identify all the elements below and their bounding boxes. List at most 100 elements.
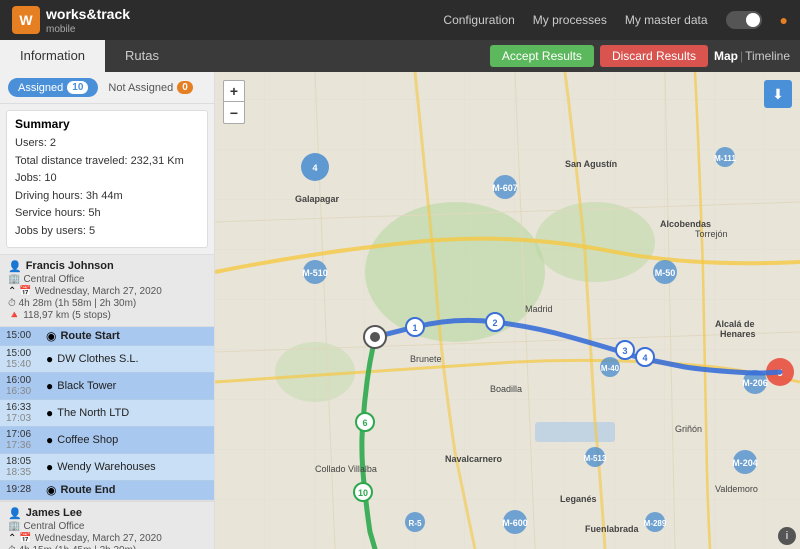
sub-tab-assigned[interactable]: Assigned 10 — [8, 78, 98, 97]
user-header-2: 👤 James Lee 🏢 Central Office ⌃ 📅 Wednesd… — [0, 501, 214, 549]
svg-text:San Agustín: San Agustín — [565, 159, 617, 169]
route-time: 15:00 — [6, 330, 42, 341]
left-panel: Assigned 10 Not Assigned 0 Summary Users… — [0, 72, 215, 549]
route-time: 18:0518:35 — [6, 456, 42, 478]
svg-text:M-510: M-510 — [302, 268, 328, 278]
user-section-2: 👤 James Lee 🏢 Central Office ⌃ 📅 Wednesd… — [0, 500, 214, 549]
nav-my-master-data[interactable]: My master data — [625, 13, 708, 27]
date-icon-2: 📅 — [19, 533, 31, 544]
svg-text:Leganés: Leganés — [560, 494, 597, 504]
chevron-icon-1: ⌃ — [8, 286, 16, 297]
route-label: The North LTD — [57, 407, 129, 419]
route-time: 15:0015:40 — [6, 348, 42, 370]
user-icon-2: 👤 — [8, 507, 22, 520]
svg-text:M-513: M-513 — [584, 454, 607, 463]
logo-text-area: works&track mobile — [46, 6, 130, 35]
user-office-1: Central Office — [23, 274, 84, 285]
notification-dot: ● — [780, 12, 788, 28]
summary-rows: Users: 2Total distance traveled: 232,31 … — [15, 135, 199, 241]
user-stats-2: ⏱ 4h 15m (1h 45m | 2h 30m) — [8, 545, 206, 549]
svg-text:M-600: M-600 — [502, 518, 528, 528]
app-name: works&track — [46, 6, 130, 22]
route-time: 16:3317:03 — [6, 402, 42, 424]
main-content: Assigned 10 Not Assigned 0 Summary Users… — [0, 72, 800, 549]
timeline-link[interactable]: Timeline — [745, 49, 790, 63]
user-date-2: Wednesday, March 27, 2020 — [35, 533, 162, 544]
map-download-button[interactable]: ⬇ — [764, 80, 792, 108]
svg-text:Madrid: Madrid — [525, 304, 553, 314]
svg-text:3: 3 — [622, 346, 627, 356]
route-item[interactable]: 16:3317:03●The North LTD — [0, 400, 214, 427]
route-list-1: 15:00◉Route Start15:0015:40●DW Clothes S… — [0, 327, 214, 500]
svg-text:Valdemoro: Valdemoro — [715, 484, 758, 494]
map-area[interactable]: M-510 M-607 M-50 M-40 M-513 M-600 M-111 … — [215, 72, 800, 549]
summary-row: Total distance traveled: 232,31 Km — [15, 153, 199, 171]
svg-text:1: 1 — [412, 323, 417, 333]
user-name-2: James Lee — [26, 507, 82, 519]
zoom-in-button[interactable]: + — [223, 80, 245, 102]
route-label: Route Start — [60, 330, 119, 342]
office-icon-2: 🏢 — [8, 521, 20, 532]
svg-text:Henares: Henares — [720, 329, 756, 339]
app-header: W works&track mobile Configuration My pr… — [0, 0, 800, 40]
nav-my-processes[interactable]: My processes — [533, 13, 607, 27]
route-item[interactable]: 15:00 ◉ Route Start — [0, 327, 214, 346]
user-header-1: 👤 Francis Johnson 🏢 Central Office ⌃ 📅 W… — [0, 254, 214, 327]
route-icon: ● — [46, 379, 53, 393]
summary-row: Driving hours: 3h 44m — [15, 188, 199, 206]
route-item[interactable]: 16:0016:30●Black Tower — [0, 373, 214, 400]
nav-configuration[interactable]: Configuration — [443, 13, 514, 27]
svg-text:Alcalá de: Alcalá de — [715, 319, 755, 329]
svg-text:6: 6 — [362, 418, 367, 428]
route-item[interactable]: 17:0617:36●Coffee Shop — [0, 427, 214, 454]
accept-results-button[interactable]: Accept Results — [490, 45, 594, 67]
svg-text:Griñón: Griñón — [675, 424, 702, 434]
svg-text:Alcobendas: Alcobendas — [660, 219, 711, 229]
svg-text:2: 2 — [492, 318, 497, 328]
route-label: DW Clothes S.L. — [57, 353, 138, 365]
user-distance-1: 🔺 118,97 km (5 stops) — [8, 310, 206, 321]
svg-text:4: 4 — [312, 163, 317, 173]
route-label: Wendy Warehouses — [57, 461, 155, 473]
svg-text:Navalcarnero: Navalcarnero — [445, 454, 503, 464]
route-icon: ◉ — [46, 329, 56, 343]
summary-row: Users: 2 — [15, 135, 199, 153]
route-item[interactable]: 19:28◉Route End — [0, 481, 214, 500]
user-office-2: Central Office — [23, 521, 84, 532]
discard-results-button[interactable]: Discard Results — [600, 45, 708, 67]
zoom-out-button[interactable]: − — [223, 102, 245, 124]
tabs-right: Accept Results Discard Results Map | Tim… — [490, 40, 800, 72]
route-item[interactable]: 18:0518:35 ● Wendy Warehouses — [0, 454, 214, 481]
route-icon: ● — [46, 460, 53, 474]
svg-text:M-607: M-607 — [492, 183, 518, 193]
sub-tab-not-assigned[interactable]: Not Assigned 0 — [98, 78, 202, 97]
tab-rutas[interactable]: Rutas — [105, 40, 179, 72]
map-link[interactable]: Map — [714, 49, 738, 63]
map-controls: + − — [223, 80, 245, 124]
svg-text:Collado Villalba: Collado Villalba — [315, 464, 377, 474]
chevron-icon-2: ⌃ — [8, 533, 16, 544]
route-item[interactable]: 15:0015:40●DW Clothes S.L. — [0, 346, 214, 373]
main-tabs-row: Information Rutas Accept Results Discard… — [0, 40, 800, 72]
user-stats-1: ⏱ 4h 28m (1h 58m | 2h 30m) — [8, 298, 206, 309]
svg-text:M-111: M-111 — [714, 154, 736, 163]
route-time: 19:28 — [6, 484, 42, 495]
tab-information[interactable]: Information — [0, 40, 105, 72]
route-label: Black Tower — [57, 380, 116, 392]
svg-text:Fuenlabrada: Fuenlabrada — [585, 524, 640, 534]
svg-text:M-50: M-50 — [655, 268, 676, 278]
map-info-button[interactable]: i — [778, 527, 796, 545]
svg-text:10: 10 — [358, 488, 368, 498]
route-label: Route End — [60, 484, 115, 496]
route-time: 17:0617:36 — [6, 429, 42, 451]
svg-text:M-289: M-289 — [644, 519, 667, 528]
toggle-switch[interactable] — [726, 11, 762, 29]
date-icon-1: 📅 — [19, 286, 31, 297]
logo-area: W works&track mobile — [12, 6, 130, 35]
user-date-1: Wednesday, March 27, 2020 — [35, 286, 162, 297]
route-icon: ● — [46, 433, 53, 447]
svg-text:M-40: M-40 — [601, 364, 620, 373]
user-name-1: Francis Johnson — [26, 260, 114, 272]
svg-text:M-206: M-206 — [742, 378, 768, 388]
map-svg: M-510 M-607 M-50 M-40 M-513 M-600 M-111 … — [215, 72, 800, 549]
